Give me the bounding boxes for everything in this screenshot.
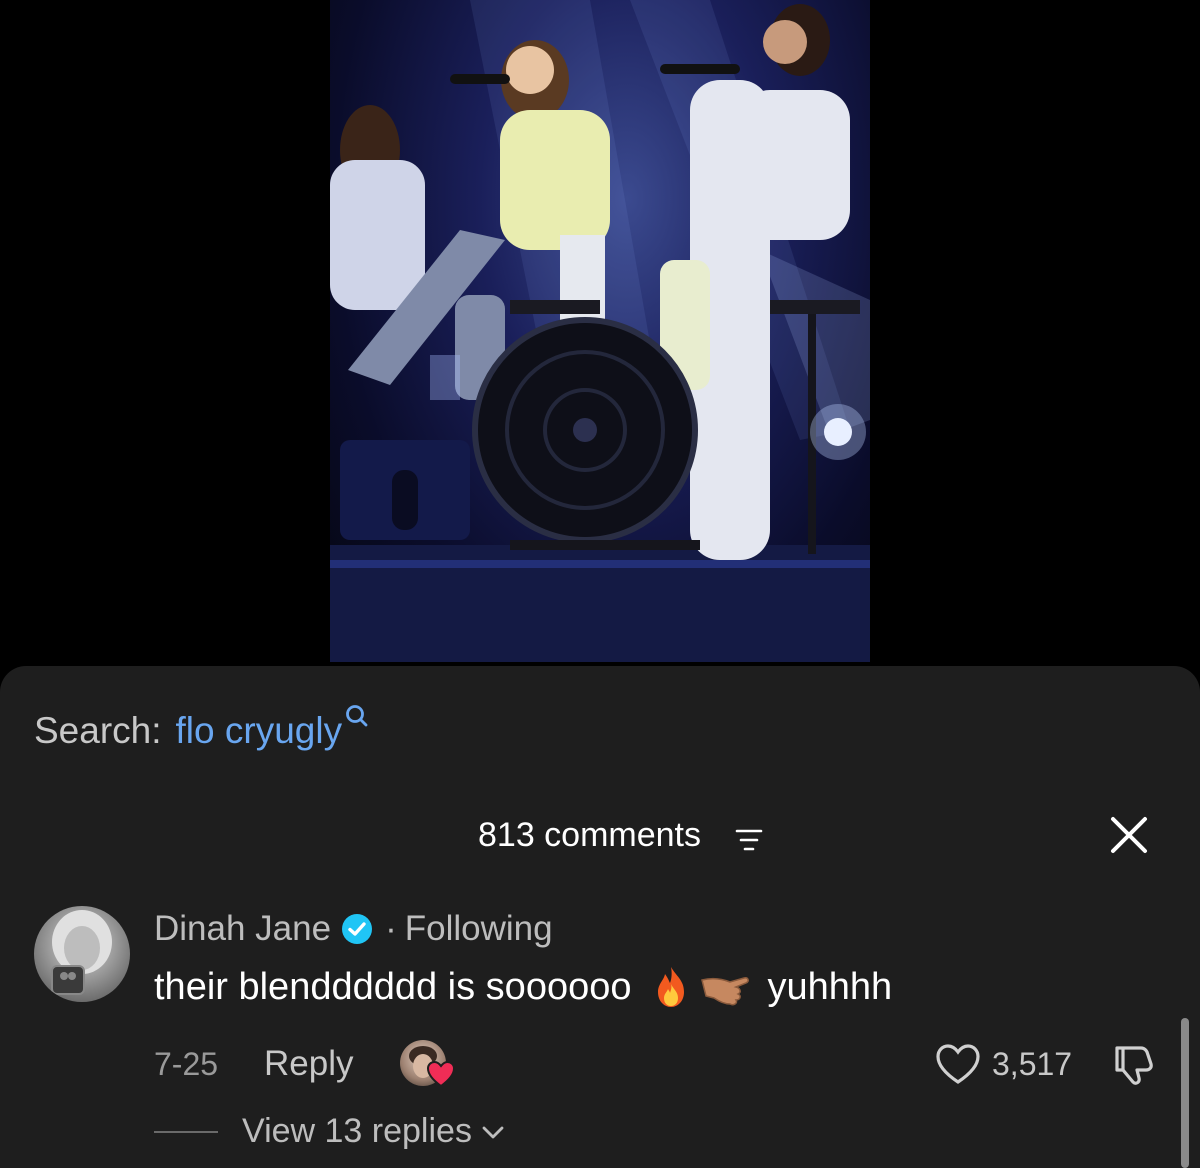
comment-date: 7-25 bbox=[154, 1046, 219, 1082]
username-link[interactable]: Dinah Jane bbox=[154, 909, 331, 949]
sort-filter-icon[interactable] bbox=[735, 828, 763, 852]
comments-header: 813 comments bbox=[0, 812, 1200, 862]
comment-count: 813 comments bbox=[478, 816, 701, 854]
reply-button[interactable]: Reply bbox=[264, 1044, 353, 1084]
search-term-link[interactable]: flo cryugly bbox=[176, 710, 343, 752]
comment-meta-row: 7-25 Reply 3,517 bbox=[154, 1040, 1164, 1090]
search-label: Search: bbox=[34, 710, 162, 751]
view-replies-label: View 13 replies bbox=[242, 1112, 472, 1150]
search-icon[interactable] bbox=[344, 703, 370, 729]
verified-badge-icon bbox=[342, 914, 373, 944]
scrollbar[interactable] bbox=[1181, 1018, 1189, 1168]
search-suggestion[interactable]: Search: flo cryugly bbox=[34, 705, 370, 752]
pointing-hand-icon bbox=[700, 977, 749, 1006]
video-player[interactable] bbox=[0, 0, 1200, 670]
dislike-icon[interactable] bbox=[1109, 1042, 1159, 1088]
avatar-image bbox=[51, 910, 112, 995]
close-icon[interactable] bbox=[1108, 814, 1150, 856]
fire-icon bbox=[657, 967, 684, 1007]
like-count: 3,517 bbox=[992, 1046, 1073, 1082]
concert-scene-image bbox=[330, 0, 870, 662]
comment-author-row: Dinah Jane · Following bbox=[154, 909, 553, 949]
comment-text-tail: yuhhhh bbox=[767, 965, 893, 1008]
heart-badge-icon bbox=[426, 1060, 456, 1088]
view-replies-button[interactable]: View 13 replies bbox=[154, 1112, 506, 1151]
comment-body: their blendddddd is soooooo yuhhhh bbox=[154, 964, 892, 1010]
following-status: Following bbox=[404, 909, 553, 948]
like-heart-icon[interactable] bbox=[934, 1042, 982, 1086]
comment-text-main: their blendddddd is soooooo bbox=[154, 965, 632, 1008]
avatar[interactable] bbox=[34, 906, 130, 1002]
replies-divider bbox=[154, 1130, 218, 1133]
chevron-down-icon bbox=[482, 1126, 504, 1138]
separator-dot: · bbox=[385, 909, 397, 948]
video-frame bbox=[330, 0, 870, 662]
